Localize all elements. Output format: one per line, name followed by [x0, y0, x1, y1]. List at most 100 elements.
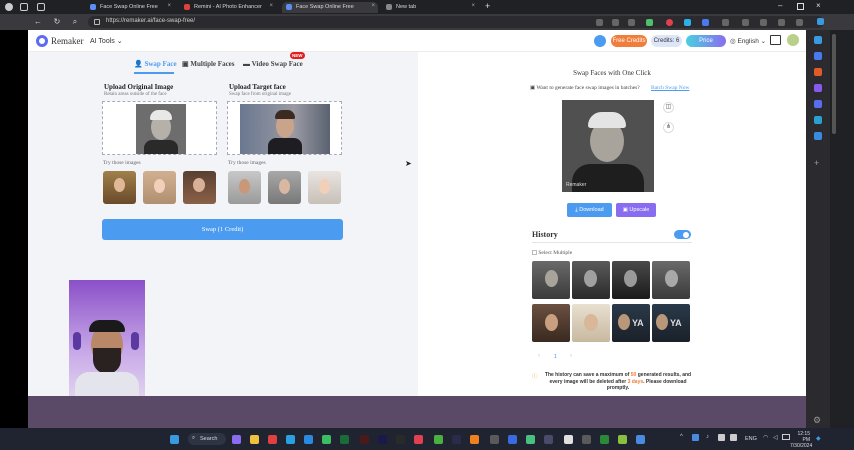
language-indicator[interactable]: ENG [745, 436, 757, 442]
app-icon[interactable] [544, 435, 553, 444]
file-explorer-icon[interactable] [250, 435, 259, 444]
app-icon[interactable] [618, 435, 627, 444]
search-box[interactable]: ⌕ Search [188, 433, 226, 445]
brand-name[interactable]: Remaker [51, 36, 83, 46]
illustrator-icon[interactable] [360, 435, 369, 444]
extension-icon[interactable] [646, 19, 653, 26]
tab-swap-face[interactable]: 👤 Swap Face [134, 60, 177, 68]
clock[interactable]: 12:15 PM 7/30/2024 [790, 431, 812, 449]
refresh-icon[interactable]: ↻ [52, 17, 62, 26]
maximize-icon[interactable] [797, 3, 804, 10]
whatsapp-icon[interactable] [322, 435, 331, 444]
result-image[interactable]: Remaker [562, 100, 654, 192]
tray-icon[interactable] [718, 434, 725, 441]
remaker-logo-icon[interactable] [36, 35, 48, 47]
free-credits-button[interactable]: Free Credits [611, 35, 647, 47]
vlc-icon[interactable] [470, 435, 479, 444]
profile-icon[interactable] [5, 3, 13, 11]
copilot-icon[interactable] [232, 435, 241, 444]
office-icon[interactable] [814, 68, 822, 76]
tab-video-swap-face[interactable]: ▬ Video Swap Face [243, 60, 303, 68]
tab-0[interactable]: Face Swap Online Free × [86, 2, 174, 13]
next-page-icon[interactable]: › [570, 353, 572, 359]
history-item-5[interactable] [532, 304, 570, 342]
compare-icon[interactable]: ◫ [663, 102, 674, 113]
audition-icon[interactable] [452, 435, 461, 444]
read-aloud-icon[interactable] [596, 19, 603, 26]
share-icon[interactable]: ⋔ [663, 122, 674, 133]
extension-icon[interactable] [702, 19, 709, 26]
app-icon[interactable] [268, 435, 277, 444]
tab-1[interactable]: Remini - AI Photo Enhancer × [180, 2, 276, 13]
tab-multiple-faces[interactable]: ▣ Multiple Faces [182, 60, 235, 68]
select-multiple-checkbox[interactable]: Select Multiple [532, 250, 572, 256]
workspaces-icon[interactable] [20, 3, 28, 11]
page-number[interactable]: 1 [554, 354, 557, 360]
batch-swap-link[interactable]: Batch Swap Now [651, 85, 690, 91]
history-icon[interactable] [760, 19, 767, 26]
volume-icon[interactable]: ◁ [773, 434, 778, 441]
collections-icon[interactable] [778, 19, 785, 26]
extension-icon[interactable] [814, 52, 822, 60]
scrollbar[interactable] [830, 30, 854, 428]
search-icon[interactable] [814, 36, 822, 44]
edge-icon[interactable] [286, 435, 295, 444]
language-selector[interactable]: ◎ English ⌄ [730, 37, 766, 45]
address-bar[interactable]: https://remaker.ai/face-swap-free/ [88, 16, 824, 28]
favorite-icon[interactable] [628, 19, 635, 26]
microphone-icon[interactable]: ♪ [706, 434, 709, 440]
history-item-8[interactable]: YA [652, 304, 690, 342]
sample-original-1[interactable] [103, 171, 136, 204]
close-window-icon[interactable]: × [816, 1, 821, 10]
price-button[interactable]: Price [686, 35, 726, 47]
history-toggle[interactable] [674, 230, 691, 239]
account-icon[interactable] [594, 35, 606, 47]
app-icon[interactable] [526, 435, 535, 444]
premiere-icon[interactable] [378, 435, 387, 444]
close-icon[interactable]: × [269, 3, 273, 9]
history-item-7[interactable]: YA [612, 304, 650, 342]
start-icon[interactable] [170, 435, 179, 444]
swap-button[interactable]: Swap (1 Credit) [102, 219, 343, 240]
credits-badge[interactable]: Credits: 6 [651, 35, 682, 47]
tray-icon[interactable] [730, 434, 737, 441]
app-icon[interactable] [582, 435, 591, 444]
sample-original-2[interactable] [143, 171, 176, 204]
minimize-icon[interactable]: – [778, 1, 782, 10]
prev-page-icon[interactable]: ‹ [538, 353, 540, 359]
chrome-icon[interactable] [414, 435, 423, 444]
sample-target-1[interactable] [228, 171, 261, 204]
user-avatar[interactable] [787, 34, 799, 46]
tray-icon[interactable] [692, 434, 699, 441]
settings-icon[interactable]: ⚙ [813, 415, 821, 426]
upscale-button[interactable]: ▣ Upscale [616, 203, 656, 217]
sample-original-3[interactable] [183, 171, 216, 204]
sample-target-2[interactable] [268, 171, 301, 204]
app-icon[interactable] [636, 435, 645, 444]
download-button[interactable]: ⤓ Download [567, 203, 612, 217]
tab-3[interactable]: New tab × [382, 2, 478, 13]
close-icon[interactable]: × [471, 3, 475, 9]
target-face-dropzone[interactable] [227, 101, 342, 155]
extension-icon[interactable] [684, 19, 691, 26]
outlook-icon[interactable] [814, 100, 822, 108]
chat-icon[interactable] [770, 35, 781, 45]
ai-tools-menu[interactable]: AI Tools ⌄ [90, 37, 123, 45]
add-icon[interactable]: + [814, 158, 819, 168]
history-item-3[interactable] [612, 261, 650, 299]
history-item-1[interactable] [532, 261, 570, 299]
app-icon[interactable] [340, 435, 349, 444]
new-tab-icon[interactable]: + [485, 1, 490, 11]
notification-icon[interactable]: ◆ [816, 435, 821, 442]
more-icon[interactable] [796, 19, 803, 26]
app-icon[interactable] [396, 435, 405, 444]
app-icon[interactable] [490, 435, 499, 444]
close-icon[interactable]: × [371, 3, 375, 9]
scrollbar-thumb[interactable] [832, 34, 836, 134]
search-icon[interactable]: ⌕ [70, 17, 80, 27]
battery-icon[interactable] [782, 434, 790, 440]
translate-icon[interactable] [612, 19, 619, 26]
telegram-icon[interactable] [304, 435, 313, 444]
chevron-up-icon[interactable]: ^ [680, 434, 683, 440]
history-item-4[interactable] [652, 261, 690, 299]
